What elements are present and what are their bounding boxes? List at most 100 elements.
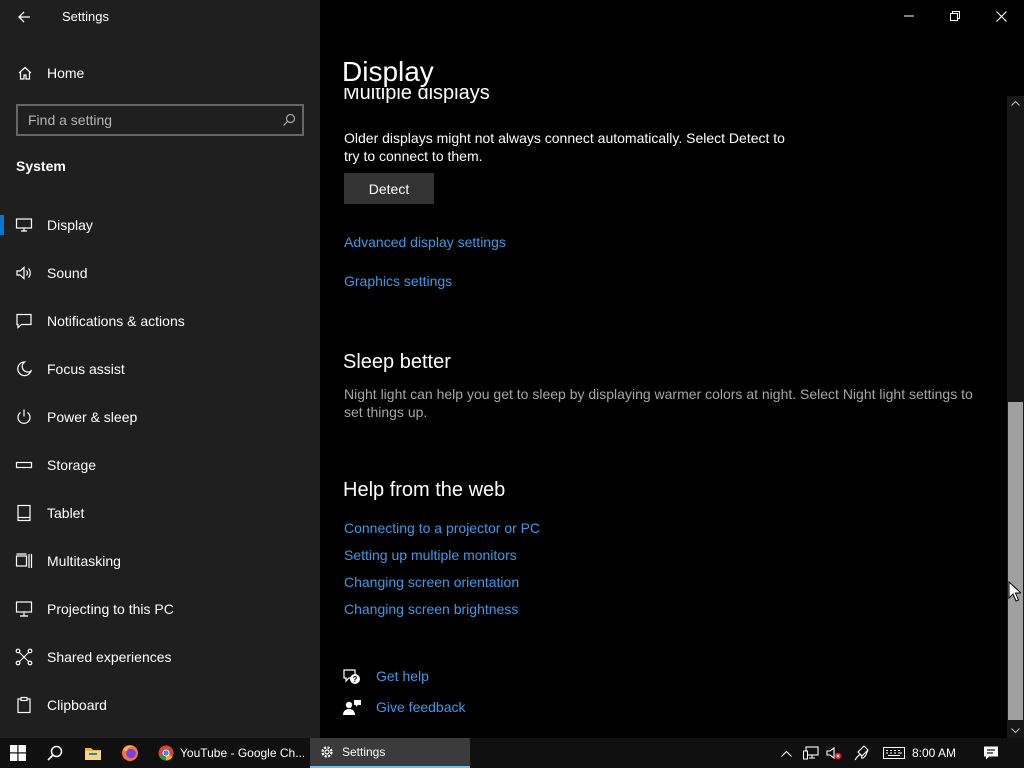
taskbar-chrome-label: YouTube - Google Ch...: [180, 746, 304, 760]
sidebar-item-notifications[interactable]: Notifications & actions: [0, 301, 320, 341]
section-heading-help-web: Help from the web: [343, 479, 506, 501]
volume-muted-icon: [826, 746, 842, 760]
svg-text:?: ?: [353, 675, 358, 684]
start-button[interactable]: [0, 738, 36, 768]
tablet-icon: [17, 504, 31, 522]
sidebar-home[interactable]: Home: [0, 57, 320, 89]
search-input[interactable]: [18, 106, 278, 134]
help-link-screen-brightness[interactable]: Changing screen brightness: [344, 601, 518, 617]
volume-button[interactable]: [823, 738, 845, 768]
chevron-up-icon: [1011, 100, 1020, 106]
clipboard-icon: [17, 696, 31, 714]
storage-icon: [15, 461, 33, 469]
sidebar-item-label: Tablet: [47, 505, 85, 521]
sidebar-item-shared-experiences[interactable]: Shared experiences: [0, 637, 320, 677]
sidebar-item-label: Power & sleep: [47, 409, 138, 425]
sidebar-item-label: Multitasking: [47, 553, 121, 569]
sound-icon: [16, 266, 31, 280]
projecting-icon: [15, 601, 33, 617]
mouse-cursor-icon: [1008, 581, 1021, 602]
network-icon: [803, 746, 819, 760]
advanced-display-settings-link[interactable]: Advanced display settings: [344, 234, 506, 250]
sidebar-item-label: Notifications & actions: [47, 313, 185, 329]
search-field[interactable]: [16, 104, 304, 136]
taskbar-settings[interactable]: Settings: [310, 738, 470, 768]
chevron-up-icon: [780, 750, 792, 757]
taskbar: YouTube - Google Ch... Settings 8:00 AM: [0, 738, 1024, 768]
sidebar: Settings Home System Display Sound Notif…: [0, 0, 320, 738]
show-hidden-icons-button[interactable]: [776, 738, 796, 768]
scroll-down-button[interactable]: [1007, 724, 1024, 738]
sleep-better-description: Night light can help you get to sleep by…: [344, 386, 973, 420]
sidebar-item-label: Clipboard: [47, 697, 107, 713]
close-icon: [995, 10, 1007, 22]
power-icon: [17, 409, 31, 424]
back-button[interactable]: [8, 2, 40, 32]
get-help-link[interactable]: ? Get help: [342, 665, 462, 689]
sidebar-item-focus-assist[interactable]: Focus assist: [0, 349, 320, 389]
chevron-down-icon: [1011, 728, 1020, 734]
taskbar-chrome[interactable]: YouTube - Google Ch...: [152, 738, 306, 768]
moon-icon: [17, 361, 33, 377]
sidebar-item-projecting[interactable]: Projecting to this PC: [0, 589, 320, 629]
taskbar-firefox[interactable]: [112, 738, 148, 768]
sidebar-item-label: Focus assist: [47, 361, 125, 377]
home-label: Home: [47, 65, 85, 81]
windows-logo-icon: [10, 745, 26, 761]
firefox-icon: [122, 745, 138, 761]
sidebar-item-display[interactable]: Display: [0, 205, 320, 245]
detect-button[interactable]: Detect: [344, 173, 434, 204]
search-icon[interactable]: [282, 113, 296, 127]
minimize-icon: [904, 15, 914, 17]
sidebar-item-multitasking[interactable]: Multitasking: [0, 541, 320, 581]
taskbar-search-button[interactable]: [37, 738, 73, 768]
page-title: Display: [342, 56, 434, 87]
vertical-scrollbar[interactable]: [1007, 96, 1024, 738]
pen-workspace-button[interactable]: [850, 738, 874, 768]
main-content: Display Multiple displays Older displays…: [320, 0, 1024, 738]
touch-keyboard-button[interactable]: [880, 738, 908, 768]
help-link-multiple-monitors[interactable]: Setting up multiple monitors: [344, 547, 517, 563]
section-heading-sleep-better: Sleep better: [343, 351, 451, 373]
restore-icon: [950, 11, 960, 21]
sidebar-item-tablet[interactable]: Tablet: [0, 493, 320, 533]
app-title: Settings: [62, 9, 109, 24]
sidebar-item-label: Sound: [47, 265, 88, 281]
sidebar-item-label: Shared experiences: [47, 649, 172, 665]
file-explorer-icon: [85, 748, 101, 760]
search-icon: [47, 745, 63, 761]
minimize-button[interactable]: [886, 0, 932, 32]
scroll-up-button[interactable]: [1007, 96, 1024, 110]
graphics-settings-link[interactable]: Graphics settings: [344, 273, 452, 289]
taskbar-file-explorer[interactable]: [75, 738, 111, 768]
taskbar-settings-label: Settings: [342, 745, 386, 759]
notifications-icon: [16, 313, 32, 329]
taskbar-clock[interactable]: 8:00 AM: [912, 746, 956, 760]
give-feedback-link[interactable]: Give feedback: [342, 696, 482, 720]
close-button[interactable]: [978, 0, 1024, 32]
sidebar-item-sound[interactable]: Sound: [0, 253, 320, 293]
back-arrow-icon: [18, 11, 30, 23]
detect-description: Older displays might not always connect …: [344, 130, 785, 164]
chrome-icon: [158, 745, 174, 761]
keyboard-icon: [883, 747, 905, 759]
sidebar-item-storage[interactable]: Storage: [0, 445, 320, 485]
give-feedback-icon: [343, 700, 361, 715]
scrollbar-thumb[interactable]: [1008, 402, 1023, 720]
shared-experiences-icon: [15, 648, 33, 666]
get-help-icon: ?: [343, 669, 360, 684]
pen-icon: [854, 745, 869, 761]
action-center-button[interactable]: [976, 738, 1006, 768]
help-link-projector[interactable]: Connecting to a projector or PC: [344, 520, 540, 536]
sidebar-item-clipboard[interactable]: Clipboard: [0, 685, 320, 725]
sidebar-item-power-sleep[interactable]: Power & sleep: [0, 397, 320, 437]
restore-button[interactable]: [932, 0, 978, 32]
get-help-label: Get help: [376, 668, 429, 684]
sidebar-item-label: Projecting to this PC: [47, 601, 174, 617]
help-link-screen-orientation[interactable]: Changing screen orientation: [344, 574, 519, 590]
gear-icon: [321, 746, 333, 758]
action-center-icon: [984, 746, 998, 760]
sidebar-item-label: Display: [47, 217, 93, 233]
section-header-system: System: [16, 158, 66, 174]
network-button[interactable]: [800, 738, 822, 768]
